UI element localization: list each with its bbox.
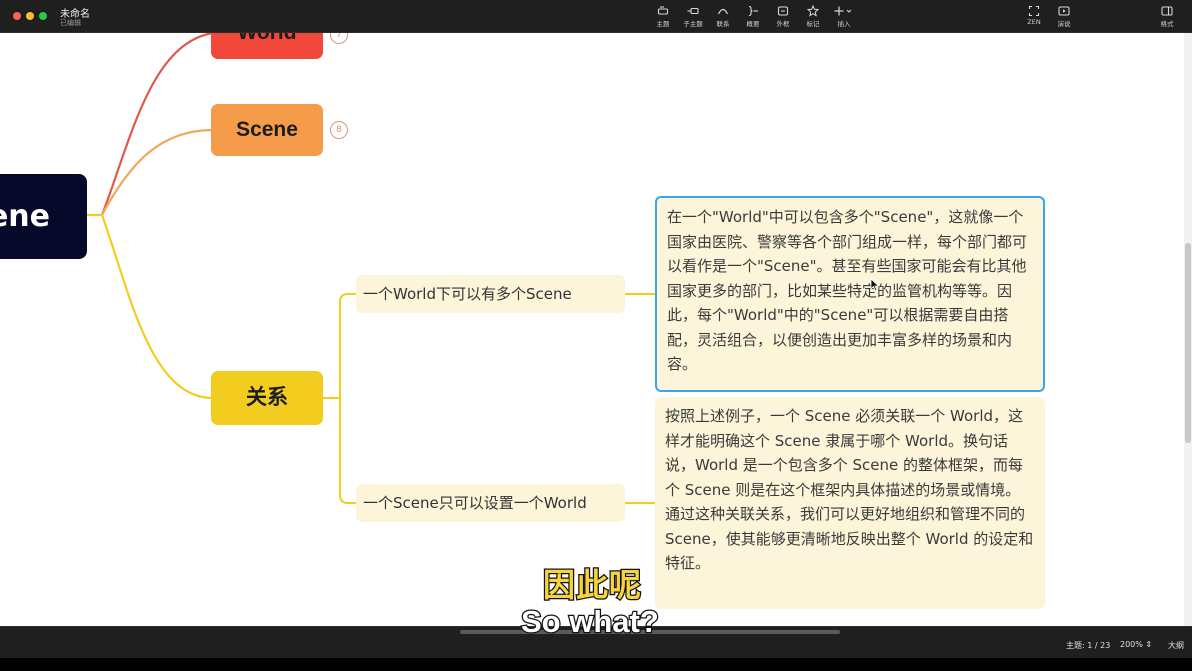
vertical-scroll-thumb[interactable] xyxy=(1185,243,1191,443)
subtopic-label: 子主题 xyxy=(683,20,703,28)
zoom-level-select[interactable]: 200% ⇕ xyxy=(1120,640,1152,649)
note-scene-belongs-world[interactable]: 按照上述例子，一个 Scene 必须关联一个 World，这样才能明确这个 Sc… xyxy=(655,397,1045,609)
topic-relation[interactable]: 关系 xyxy=(211,371,323,425)
relationship-label: 联系 xyxy=(716,20,730,28)
topic-world-label: World xyxy=(237,33,296,44)
title-bar: 未命名 已编辑 主题 子主题 联系 概要 外框 标记 插入 ZEN 演说 格式 xyxy=(0,0,1192,33)
minimize-window-button[interactable] xyxy=(26,12,34,20)
central-topic[interactable]: ene xyxy=(0,174,87,259)
topic-relation-label: 关系 xyxy=(246,386,288,409)
zen-label: ZEN xyxy=(1027,18,1041,26)
app-window: 未命名 已编辑 主题 子主题 联系 概要 外框 标记 插入 ZEN 演说 格式 … xyxy=(0,0,1192,671)
central-topic-label: ene xyxy=(0,199,50,234)
mouse-cursor-icon xyxy=(870,278,880,292)
summary-button[interactable]: 概要 xyxy=(737,5,769,29)
topic-scene[interactable]: Scene xyxy=(211,104,323,156)
format-panel-icon xyxy=(1151,5,1183,17)
insert-label: 插入 xyxy=(837,20,851,28)
letterbox-bottom xyxy=(0,658,1192,671)
note-text: 在一个"World"中可以包含多个"Scene"，这就像一个国家由医院、警察等各… xyxy=(667,208,1028,373)
subtitle-english: So what? xyxy=(520,603,660,641)
summary-label: 概要 xyxy=(746,20,760,28)
topic-count: 主题: 1 / 23 xyxy=(1066,641,1111,650)
topic-world[interactable]: World xyxy=(211,33,323,59)
present-button[interactable]: 演说 xyxy=(1048,5,1080,29)
summary-icon xyxy=(737,5,769,17)
fullscreen-icon xyxy=(1018,5,1050,17)
subtitle-chinese: 因此呢 xyxy=(542,565,643,606)
topic-button[interactable]: 主题 xyxy=(647,5,679,29)
updown-chevron-icon: ⇕ xyxy=(1145,640,1153,649)
subtopic-label: 一个World下可以有多个Scene xyxy=(363,285,572,303)
subtopic-label: 一个Scene只可以设置一个World xyxy=(363,494,587,512)
outline-button[interactable]: 大纲 xyxy=(1168,640,1184,651)
boundary-label: 外框 xyxy=(776,20,790,28)
mindmap-canvas[interactable]: ene World 7 Scene 8 关系 一个World下可以有多个Scen… xyxy=(0,33,1184,626)
topic-icon xyxy=(647,5,679,17)
subtopic-one-scene-one-world[interactable]: 一个Scene只可以设置一个World xyxy=(356,484,625,522)
topic-scene-label: Scene xyxy=(236,118,298,141)
subtopic-icon xyxy=(677,5,709,17)
subtopic-one-world-many-scenes[interactable]: 一个World下可以有多个Scene xyxy=(356,275,625,313)
format-button[interactable]: 格式 xyxy=(1151,5,1183,29)
present-label: 演说 xyxy=(1057,20,1071,28)
marker-label: 标记 xyxy=(806,20,820,28)
boundary-icon xyxy=(767,5,799,17)
topic-scene-count-badge[interactable]: 8 xyxy=(330,121,348,139)
play-icon xyxy=(1048,5,1080,17)
subtopic-button[interactable]: 子主题 xyxy=(677,5,709,29)
document-status: 已编辑 xyxy=(60,19,81,27)
insert-button[interactable]: 插入 xyxy=(828,5,860,29)
vertical-scrollbar[interactable] xyxy=(1184,33,1192,626)
plus-chevron-icon xyxy=(828,5,860,17)
zoom-window-button[interactable] xyxy=(39,12,47,20)
boundary-button[interactable]: 外框 xyxy=(767,5,799,29)
star-icon xyxy=(797,5,829,17)
close-window-button[interactable] xyxy=(13,12,21,20)
topic-label: 主题 xyxy=(656,20,670,28)
note-world-contains-scenes[interactable]: 在一个"World"中可以包含多个"Scene"，这就像一个国家由医院、警察等各… xyxy=(655,196,1045,392)
relationship-icon xyxy=(707,5,739,17)
zoom-level: 200% xyxy=(1120,640,1143,649)
relationship-button[interactable]: 联系 xyxy=(707,5,739,29)
zen-button[interactable]: ZEN xyxy=(1018,5,1050,29)
note-text: 按照上述例子，一个 Scene 必须关联一个 World，这样才能明确这个 Sc… xyxy=(665,407,1034,572)
marker-button[interactable]: 标记 xyxy=(797,5,829,29)
format-label: 格式 xyxy=(1160,20,1174,28)
